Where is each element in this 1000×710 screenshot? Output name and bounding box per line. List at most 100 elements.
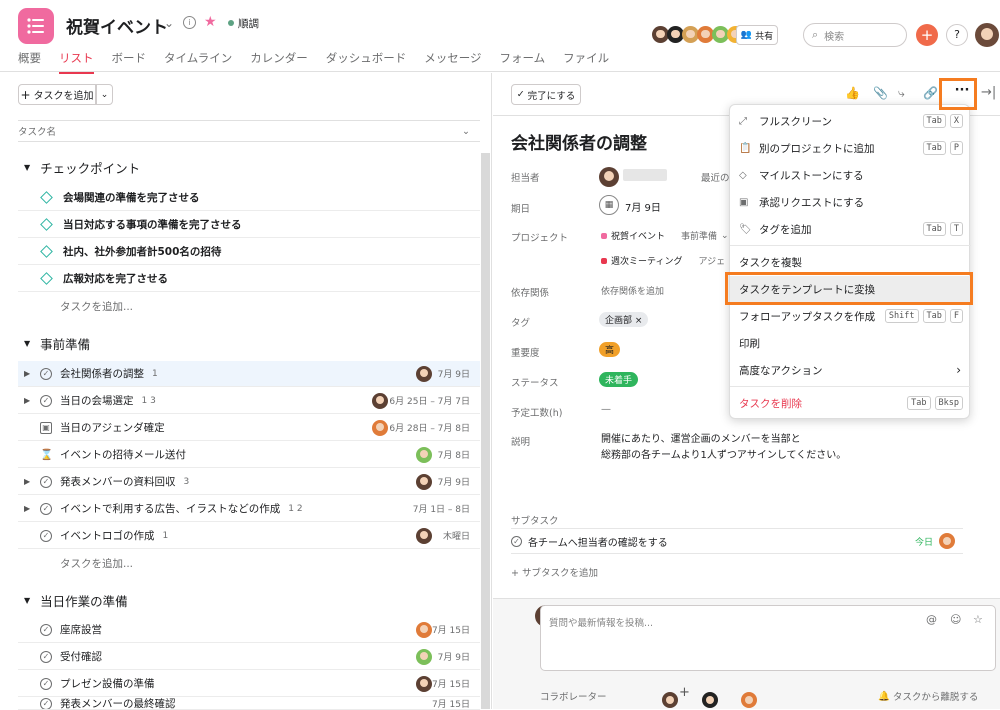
share-button[interactable]: 👥 共有 [736,25,778,45]
leave-task-button[interactable]: 🔔 タスクから離脱する [878,689,978,704]
mention-icon[interactable]: @ [926,613,937,626]
add-collaborator-icon[interactable]: + [679,685,690,700]
table-row[interactable]: ▶ ✓ イベントで利用する広告、イラストなどの作成 1 2 7月 1日 – 8日 [18,496,480,522]
priority-pill[interactable]: 高 [599,342,621,357]
status-pill[interactable]: 未着手 [599,372,639,387]
menu-item-advanced[interactable]: 高度なアクション › [730,357,971,383]
add-task-button[interactable]: + タスクを追加 [18,84,96,105]
tab-board[interactable]: ボード [112,50,147,74]
caret-right-icon[interactable]: ▶ [24,477,36,486]
tab-overview[interactable]: 概要 [18,50,41,74]
due-date[interactable]: 7月 1日 – 8日 [413,502,470,515]
add-subtask-button[interactable]: + サブタスクを追加 [511,565,598,579]
comment-input[interactable]: 質問や最新情報を投稿... @ ☺ ☆ [540,605,996,671]
check-circle-icon[interactable]: ✓ [40,529,52,542]
check-circle-icon[interactable]: ✓ [40,475,52,488]
add-task-inline[interactable]: タスクを追加... [60,299,133,314]
project-section[interactable]: アジェ [698,254,725,267]
tab-forms[interactable]: フォーム [499,50,545,74]
due-date[interactable]: 木曜日 [443,529,470,542]
project-name[interactable]: 祝賀イベント [611,229,665,242]
milestone-icon[interactable] [40,218,53,231]
milestone-icon[interactable] [40,245,53,258]
chevron-down-icon[interactable]: ⌄ [721,231,729,241]
add-task-dropdown-icon[interactable]: ⌄ [96,84,113,105]
subtask-due[interactable]: 今日 [915,535,933,548]
chevron-down-icon[interactable]: ⌄ [164,16,174,30]
tab-dashboard[interactable]: ダッシュボード [326,50,407,74]
project-row[interactable]: 週次ミーティング アジェ [601,254,725,267]
due-date[interactable]: 7月 15日 [432,698,470,709]
list-item[interactable]: 広報対応を完了させる [18,266,480,292]
thumbs-up-icon[interactable]: 👍 [845,86,860,100]
check-circle-icon[interactable]: ✓ [40,698,52,709]
menu-item-follow-up[interactable]: フォローアップタスクを作成 Shift Tab F [730,303,971,329]
due-date[interactable]: 6月 28日 – 7月 8日 [389,421,470,434]
avatar[interactable] [701,692,718,708]
section-header[interactable]: ▼ チェックポイント [24,158,140,177]
help-button[interactable]: ? [946,24,968,46]
due-date[interactable]: 7月 15日 [432,623,470,636]
project-title[interactable]: 祝賀イベント [66,13,168,38]
project-status[interactable]: 順調 [238,16,259,31]
check-circle-icon[interactable]: ✓ [511,535,522,547]
tab-timeline[interactable]: タイムライン [164,50,232,74]
tab-list[interactable]: リスト [59,50,94,74]
milestone-icon[interactable] [40,272,53,285]
menu-item-approval[interactable]: ▣ 承認リクエストにする [730,189,971,215]
section-header[interactable]: ▼ 事前準備 [24,334,90,353]
table-row[interactable]: ✓ イベントロゴの作成 1 木曜日 [18,523,480,549]
due-date[interactable]: 7月 9日 [438,475,470,488]
user-avatar[interactable] [975,23,999,47]
member-avatars[interactable] [652,26,744,43]
milestone-icon[interactable] [40,191,53,204]
star-icon[interactable]: ☆ [973,613,983,626]
check-circle-icon[interactable]: ✓ [40,502,52,515]
menu-item-print[interactable]: 印刷 [730,330,971,356]
add-dependency[interactable]: 依存関係を追加 [601,284,664,297]
list-item[interactable]: 社内、社外参加者計500名の招待 [18,239,480,265]
subtask-icon[interactable]: ⤷ [898,86,905,101]
tag-pill[interactable]: 企画部 × [599,312,649,327]
estimate-value[interactable]: — [601,404,611,415]
column-task-name[interactable]: タスク名 [18,124,56,138]
scrollbar[interactable] [481,153,490,709]
menu-item-delete[interactable]: タスクを削除 Tab Bksp [730,390,971,416]
add-icon[interactable]: + [916,24,938,46]
close-icon[interactable]: × [635,316,643,326]
tab-files[interactable]: ファイル [563,50,609,74]
avatar[interactable] [741,692,757,708]
table-row[interactable]: ✓ 座席設営 7月 15日 [18,617,480,643]
list-item[interactable]: 会場関連の準備を完了させる [18,185,480,211]
info-icon[interactable]: i [183,16,196,29]
table-row[interactable]: ✓ プレゼン設備の準備 7月 15日 [18,671,480,697]
description-text[interactable]: 開催にあたり、運営企画のメンバーを当部と 総務部の各チームより1人ずつアサインし… [601,432,891,464]
due-date[interactable]: 6月 25日 – 7月 7日 [389,394,470,407]
check-circle-icon[interactable]: ✓ [40,394,52,407]
menu-item-add-tag[interactable]: 🏷 タグを追加 Tab T [730,216,971,242]
add-task-inline[interactable]: タスクを追加... [60,556,133,571]
avatar[interactable] [939,533,955,549]
search-box[interactable]: ⌕ 検索 [803,23,907,47]
due-date[interactable]: 7月 9日 [438,367,470,380]
subtask-row[interactable]: ✓ 各チームへ担当者の確認をする 今日 [511,528,963,554]
emoji-icon[interactable]: ☺ [950,613,961,626]
due-date[interactable]: 7月 8日 [438,448,470,461]
star-icon[interactable]: ★ [204,14,217,30]
table-row[interactable]: ▶ ✓ 当日の会場選定 1 3 6月 25日 – 7月 7日 [18,388,480,414]
table-row[interactable]: ▣ 当日のアジェンダ確定 6月 28日 – 7月 8日 [18,415,480,441]
approval-icon[interactable]: ▣ [40,421,52,434]
caret-right-icon[interactable]: ▶ [24,369,36,378]
section-header[interactable]: ▼ 当日作業の準備 [24,591,128,610]
hourglass-icon[interactable]: ⌛ [40,448,53,461]
table-row[interactable]: ⌛ イベントの招待メール送付 7月 8日 [18,442,480,468]
calendar-icon[interactable]: ▦ [599,195,619,215]
caret-right-icon[interactable]: ▶ [24,396,36,405]
caret-right-icon[interactable]: ▶ [24,504,36,513]
menu-item-add-to-project[interactable]: 📋 別のプロジェクトに追加 Tab P [730,135,971,161]
attachment-icon[interactable]: 📎 [873,86,888,100]
table-row[interactable]: ✓ 受付確認 7月 9日 [18,644,480,670]
table-row[interactable]: ✓ 発表メンバーの最終確認 7月 15日 [18,698,480,710]
table-row[interactable]: ▶ ✓ 発表メンバーの資料回収 3 7月 9日 [18,469,480,495]
close-pane-icon[interactable]: →| [981,85,996,100]
